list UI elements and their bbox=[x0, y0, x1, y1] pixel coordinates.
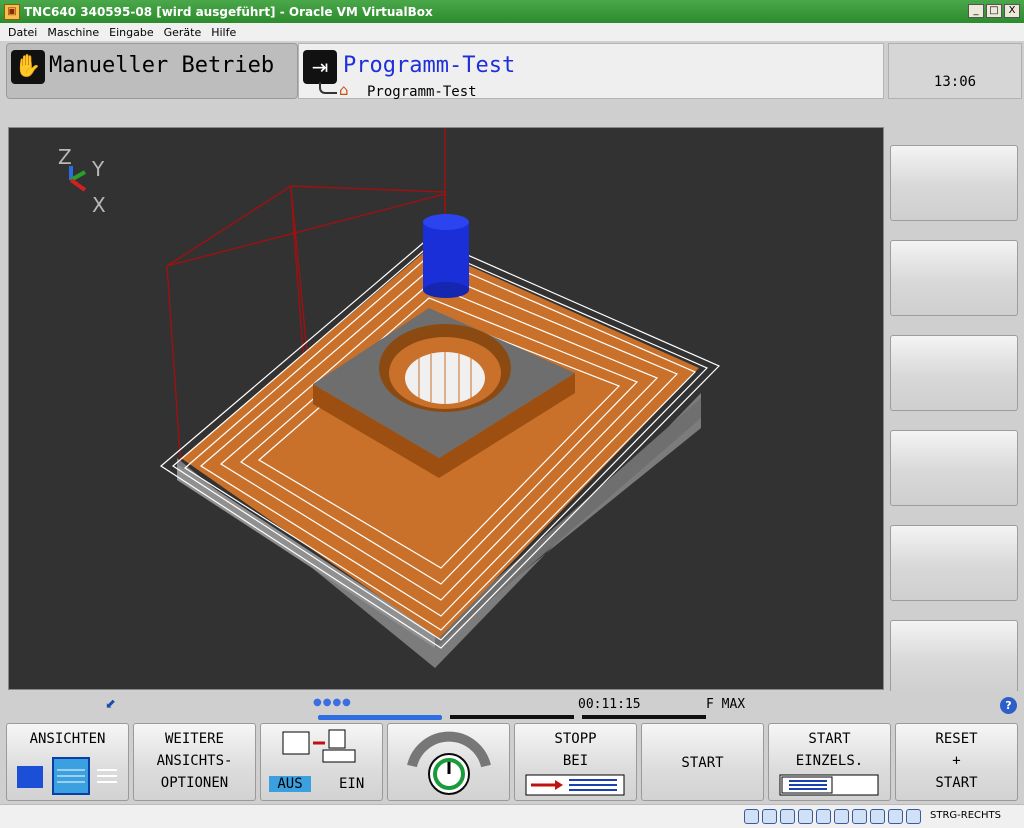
menu-bar: Datei Maschine Eingabe Geräte Hilfe bbox=[0, 23, 1024, 41]
softkey-weitere-line2: ANSICHTS- bbox=[156, 753, 233, 769]
feed-readout: F MAX bbox=[706, 697, 746, 712]
softkey-stopp-bei[interactable]: STOPP BEI bbox=[514, 723, 637, 801]
softkey-weitere-ansichtsoptionen[interactable]: WEITERE ANSICHTS- OPTIONEN bbox=[133, 723, 256, 801]
help-icon[interactable]: ? bbox=[1000, 697, 1017, 714]
tool-cut-icon: ⬋ bbox=[105, 697, 116, 712]
softkey-reset-line3: START bbox=[935, 775, 978, 791]
softkey-ansichten[interactable]: ANSICHTEN bbox=[6, 723, 129, 801]
tnc-screen: ✋ Manueller Betrieb ⇥ Programm-Test ⌂ Pr… bbox=[0, 41, 1024, 804]
virtualbox-status-bar: STRG-RECHTS bbox=[0, 804, 1024, 828]
stop-at-icon bbox=[525, 774, 625, 796]
side-softkey-3[interactable] bbox=[890, 335, 1018, 411]
single-block-icon bbox=[779, 774, 879, 796]
menu-maschine[interactable]: Maschine bbox=[47, 26, 99, 39]
side-softkey-2[interactable] bbox=[890, 240, 1018, 316]
menu-hilfe[interactable]: Hilfe bbox=[211, 26, 236, 39]
cpu-icon[interactable] bbox=[888, 809, 903, 824]
softkey-ansichten-label: ANSICHTEN bbox=[29, 731, 106, 747]
usb-icon[interactable] bbox=[852, 809, 867, 824]
speed-dots-icon: ●●●● bbox=[313, 697, 352, 708]
softkey-row-indicator-2 bbox=[450, 715, 574, 719]
simulation-viewport[interactable]: Z Y X bbox=[8, 127, 884, 690]
mode-program-test-label: Programm-Test bbox=[343, 53, 516, 78]
window-title: TNC640 340595-08 [wird ausgeführt] - Ora… bbox=[24, 4, 433, 19]
folder-icon[interactable] bbox=[798, 809, 813, 824]
side-softkey-4[interactable] bbox=[890, 430, 1018, 506]
softkey-weitere-line3: OPTIONEN bbox=[160, 775, 229, 791]
speed-dial-icon bbox=[407, 731, 491, 795]
softkey-row-indicator-3 bbox=[582, 715, 706, 719]
close-button[interactable]: X bbox=[1004, 4, 1020, 18]
maximize-button[interactable]: □ bbox=[986, 4, 1002, 18]
enter-arrow-icon: ⇥ bbox=[303, 50, 337, 84]
device-icons bbox=[744, 809, 921, 824]
tool-display-icon bbox=[282, 729, 356, 763]
mode-manual[interactable]: ✋ Manueller Betrieb bbox=[6, 43, 298, 99]
menu-datei[interactable]: Datei bbox=[8, 26, 37, 39]
side-softkey-6[interactable] bbox=[890, 620, 1018, 696]
hdd-icon[interactable] bbox=[744, 809, 759, 824]
menu-geraete[interactable]: Geräte bbox=[164, 26, 202, 39]
softkey-reset-line1: RESET bbox=[935, 731, 978, 747]
softkey-weitere-line1: WEITERE bbox=[164, 731, 224, 747]
pen-icon[interactable] bbox=[780, 809, 795, 824]
tool-display-off: AUS bbox=[269, 776, 311, 792]
mode-manual-label: Manueller Betrieb bbox=[49, 53, 275, 78]
mode-program-test[interactable]: ⇥ Programm-Test ⌂ Programm-Test bbox=[298, 43, 884, 100]
softkey-stopp-line2: BEI bbox=[562, 753, 589, 769]
capture-icon[interactable] bbox=[870, 809, 885, 824]
minimize-button[interactable]: _ bbox=[968, 4, 984, 18]
axis-triad: Z Y X bbox=[58, 145, 106, 217]
axis-x-label: X bbox=[92, 193, 106, 217]
softkey-start-einzel-line2: EINZELS. bbox=[795, 753, 864, 769]
runtime: 00:11:15 bbox=[578, 697, 641, 712]
clock: 13:06 bbox=[888, 43, 1022, 99]
sim-speed-bar[interactable] bbox=[318, 715, 442, 720]
simulation-graphic: Z Y X bbox=[58, 128, 721, 668]
softkey-stopp-line1: STOPP bbox=[554, 731, 597, 747]
view-modes-icon bbox=[17, 757, 117, 795]
softkey-sim-speed[interactable] bbox=[387, 723, 510, 801]
tool-display-on: EIN bbox=[339, 776, 365, 792]
side-softkey-5[interactable] bbox=[890, 525, 1018, 601]
network-icon[interactable] bbox=[834, 809, 849, 824]
softkey-reset-line2: + bbox=[952, 753, 961, 769]
axis-y-label: Y bbox=[91, 157, 105, 181]
home-icon: ⌂ bbox=[339, 81, 349, 99]
horizontal-softkey-bar: ANSICHTEN WEITERE ANSICHTS- OPTIONEN AUS… bbox=[0, 723, 1024, 803]
softkey-start-label: START bbox=[681, 755, 724, 771]
optical-drive-icon[interactable] bbox=[762, 809, 777, 824]
menu-eingabe[interactable]: Eingabe bbox=[109, 26, 153, 39]
title-bar: ▣ TNC640 340595-08 [wird ausgeführt] - O… bbox=[0, 0, 1024, 23]
side-softkey-1[interactable] bbox=[890, 145, 1018, 221]
window-controls: _ □ X bbox=[968, 4, 1020, 18]
hand-icon: ✋ bbox=[11, 50, 45, 84]
submode-connector bbox=[319, 82, 337, 94]
submode-label: Programm-Test bbox=[367, 84, 477, 100]
milling-tool bbox=[423, 214, 469, 298]
softkey-start-einzel-line1: START bbox=[808, 731, 851, 747]
status-strip: ⬋ ●●●● 00:11:15 F MAX ? bbox=[0, 691, 1024, 721]
axis-z-label: Z bbox=[58, 145, 72, 169]
virtualbox-window: ▣ TNC640 340595-08 [wird ausgeführt] - O… bbox=[0, 0, 1024, 828]
virtualbox-app-icon: ▣ bbox=[4, 3, 20, 20]
softkey-start[interactable]: START bbox=[641, 723, 764, 801]
softkey-werkzeug-aus-ein[interactable]: AUS EIN bbox=[260, 723, 383, 801]
display-icon[interactable] bbox=[816, 809, 831, 824]
host-key-label: STRG-RECHTS bbox=[930, 810, 1001, 821]
mouse-icon[interactable] bbox=[906, 809, 921, 824]
vertical-softkey-bar bbox=[890, 145, 1018, 715]
softkey-start-einzelsatz[interactable]: START EINZELS. bbox=[768, 723, 891, 801]
softkey-reset-start[interactable]: RESET + START bbox=[895, 723, 1018, 801]
